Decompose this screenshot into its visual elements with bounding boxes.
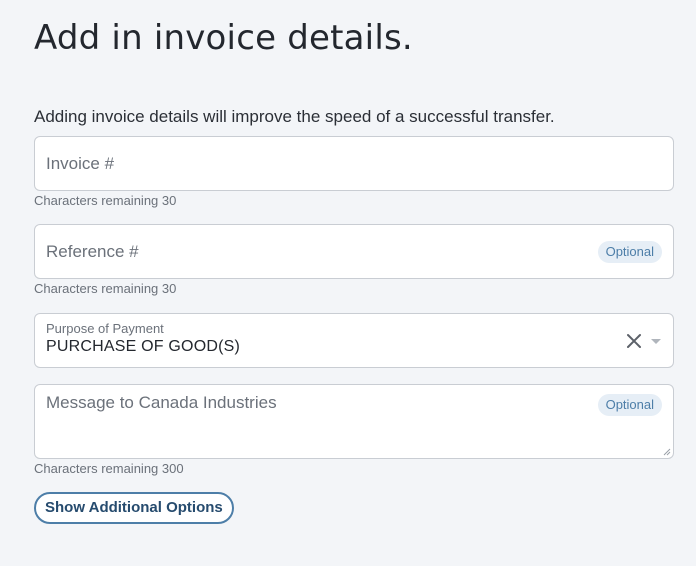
chevron-down-icon[interactable] [651, 339, 661, 344]
show-additional-options-button[interactable]: Show Additional Options [34, 492, 234, 524]
optional-badge: Optional [597, 241, 662, 263]
purpose-select-value: PURCHASE OF GOOD(S) [46, 338, 241, 355]
close-icon[interactable] [625, 332, 643, 350]
invoice-field[interactable] [34, 136, 674, 191]
purpose-select-label: Purpose of Payment [46, 321, 164, 336]
reference-input[interactable] [46, 225, 583, 278]
message-input[interactable] [46, 393, 583, 453]
message-char-count: Characters remaining 300 [34, 461, 184, 476]
optional-badge: Optional [597, 394, 662, 416]
intro-text: Adding invoice details will improve the … [34, 107, 555, 126]
reference-field[interactable]: Optional [34, 224, 674, 279]
invoice-char-count: Characters remaining 30 [34, 193, 177, 208]
message-field[interactable]: Optional [34, 384, 674, 459]
page-title: Add in invoice details. [34, 18, 413, 58]
reference-char-count: Characters remaining 30 [34, 281, 177, 296]
invoice-details-panel: Add in invoice details. Adding invoice d… [34, 0, 674, 524]
resize-handle-icon[interactable] [663, 448, 671, 456]
invoice-input[interactable] [46, 137, 583, 190]
purpose-of-payment-select[interactable]: Purpose of Payment PURCHASE OF GOOD(S) [34, 313, 674, 368]
